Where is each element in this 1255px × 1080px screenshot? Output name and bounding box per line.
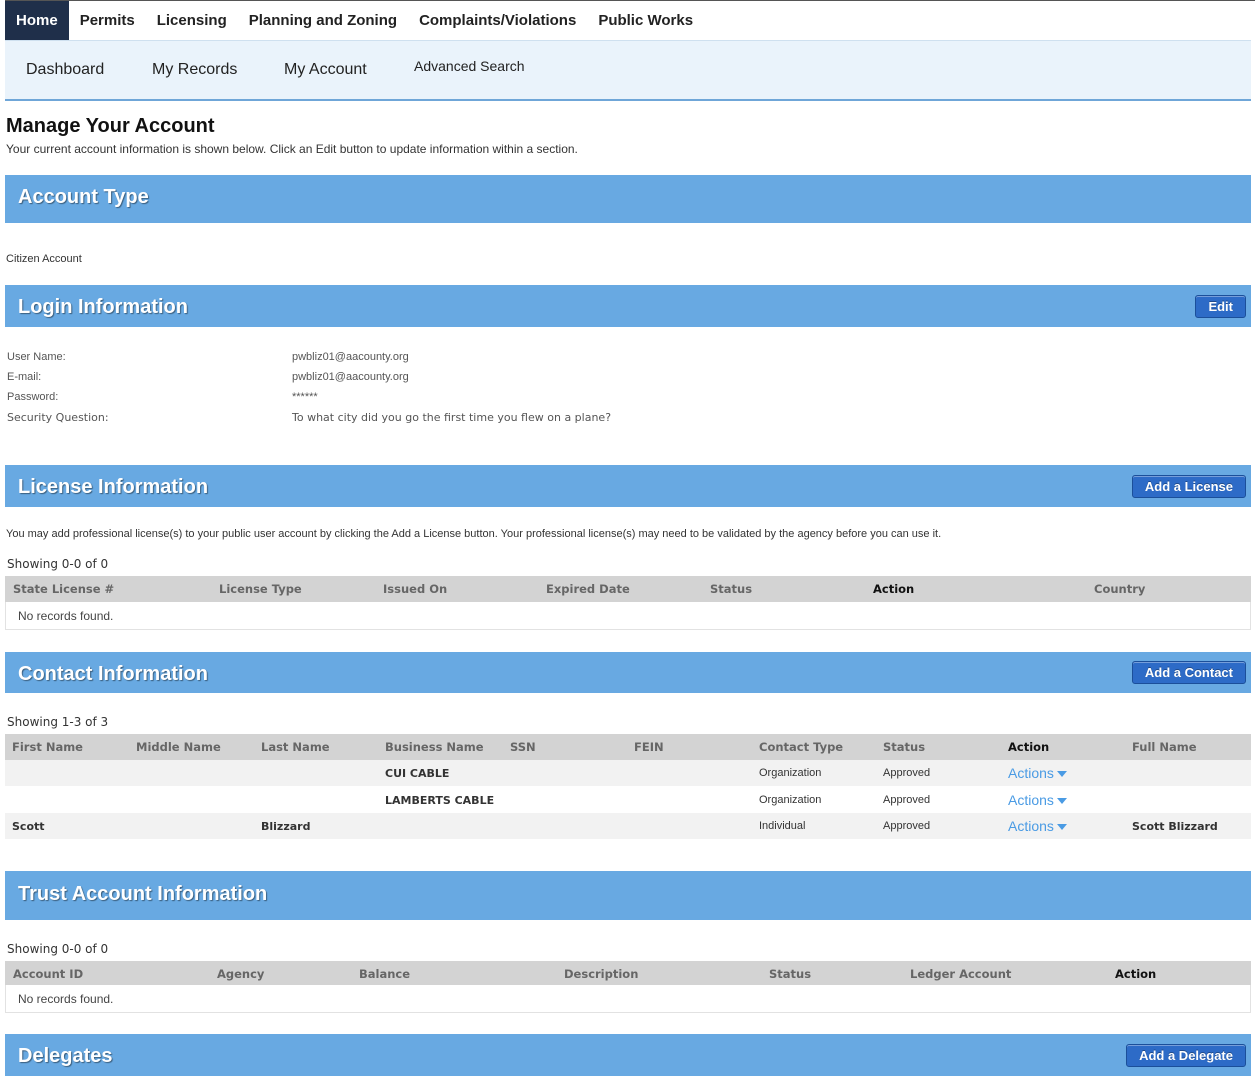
col-state-license[interactable]: State License # [13, 582, 114, 596]
email-value: pwbliz01@aacounty.org [292, 371, 409, 383]
actions-label: Actions [1008, 818, 1054, 834]
last-name-cell: Blizzard [261, 820, 311, 833]
license-showing-count: Showing 0-0 of 0 [7, 557, 109, 571]
license-note: You may add professional license(s) to y… [6, 528, 942, 540]
actions-dropdown[interactable]: Actions [1008, 818, 1067, 834]
tab-planning-and-zoning[interactable]: Planning and Zoning [238, 1, 408, 40]
first-name-cell: Scott [12, 820, 45, 833]
section-title: Account Type [18, 186, 149, 208]
subnav-advanced-search[interactable]: Advanced Search [414, 58, 525, 74]
contact-table-header: First Name Middle Name Last Name Busines… [5, 734, 1251, 760]
password-value: ****** [292, 391, 318, 403]
col-balance[interactable]: Balance [359, 967, 410, 981]
table-row: Scott Blizzard Individual Approved Actio… [5, 813, 1251, 839]
section-title: Trust Account Information [18, 883, 268, 905]
trust-empty-row: No records found. [5, 985, 1251, 1013]
col-status[interactable]: Status [710, 582, 752, 596]
tab-licensing[interactable]: Licensing [146, 1, 238, 40]
add-delegate-button[interactable]: Add a Delegate [1126, 1044, 1246, 1067]
username-value: pwbliz01@aacounty.org [292, 351, 409, 363]
contact-type-cell: Individual [759, 820, 806, 832]
col-ledger-account[interactable]: Ledger Account [910, 967, 1011, 981]
actions-label: Actions [1008, 792, 1054, 808]
business-name-cell: LAMBERTS CABLE [385, 794, 495, 807]
actions-dropdown[interactable]: Actions [1008, 765, 1067, 781]
col-agency[interactable]: Agency [217, 967, 264, 981]
caret-down-icon [1056, 824, 1067, 831]
add-contact-button[interactable]: Add a Contact [1131, 661, 1246, 684]
col-action: Action [1115, 967, 1157, 981]
col-contact-type[interactable]: Contact Type [759, 740, 843, 754]
status-cell: Approved [883, 820, 931, 832]
caret-down-icon [1056, 771, 1067, 778]
col-license-type[interactable]: License Type [219, 582, 302, 596]
status-cell: Approved [883, 767, 931, 779]
col-country[interactable]: Country [1094, 582, 1145, 596]
contact-showing-count: Showing 1-3 of 3 [7, 715, 109, 729]
add-license-button[interactable]: Add a License [1131, 475, 1246, 498]
contact-type-cell: Organization [759, 794, 822, 806]
tab-home[interactable]: Home [5, 1, 69, 46]
top-nav: Home Permits Licensing Planning and Zoni… [5, 0, 1255, 46]
tab-permits[interactable]: Permits [69, 1, 146, 40]
col-middle-name[interactable]: Middle Name [136, 740, 221, 754]
col-issued-on[interactable]: Issued On [383, 582, 447, 596]
col-description[interactable]: Description [564, 967, 638, 981]
col-action: Action [873, 582, 915, 596]
license-table-header: State License # License Type Issued On E… [5, 576, 1251, 602]
no-records-text: No records found. [18, 992, 114, 1006]
table-row: CUI CABLE Organization Approved Actions [5, 760, 1251, 786]
security-question-label: Security Question: [7, 411, 109, 424]
section-title: Delegates [18, 1045, 113, 1067]
subnav-dashboard[interactable]: Dashboard [26, 61, 104, 79]
contact-info-header: Contact Information Add a Contact [5, 652, 1251, 693]
col-ssn[interactable]: SSN [510, 740, 536, 754]
col-business-name[interactable]: Business Name [385, 740, 484, 754]
actions-dropdown[interactable]: Actions [1008, 792, 1067, 808]
col-action: Action [1008, 740, 1050, 754]
section-title: Contact Information [18, 663, 208, 685]
status-cell: Approved [883, 794, 931, 806]
col-expired-date[interactable]: Expired Date [546, 582, 630, 596]
page-title: Manage Your Account [6, 115, 215, 137]
delegates-header: Delegates Add a Delegate [5, 1034, 1251, 1076]
col-status[interactable]: Status [769, 967, 811, 981]
caret-down-icon [1056, 798, 1067, 805]
security-question-value: To what city did you go the first time y… [292, 411, 612, 424]
edit-button[interactable]: Edit [1195, 295, 1246, 318]
license-empty-row: No records found. [5, 602, 1251, 630]
subnav-my-account[interactable]: My Account [284, 61, 367, 79]
tab-complaints-violations[interactable]: Complaints/Violations [408, 1, 587, 40]
password-label: Password: [7, 391, 59, 403]
full-name-cell: Scott Blizzard [1132, 820, 1218, 833]
business-name-cell: CUI CABLE [385, 767, 450, 780]
section-title: License Information [18, 476, 209, 498]
trust-table-header: Account ID Agency Balance Description St… [5, 961, 1251, 987]
tab-public-works[interactable]: Public Works [587, 1, 704, 40]
account-type-value: Citizen Account [6, 253, 82, 265]
trust-showing-count: Showing 0-0 of 0 [7, 942, 109, 956]
section-title: Login Information [18, 296, 188, 318]
account-type-header: Account Type [5, 175, 1251, 223]
col-first-name[interactable]: First Name [12, 740, 83, 754]
no-records-text: No records found. [18, 609, 114, 623]
col-full-name[interactable]: Full Name [1132, 740, 1197, 754]
col-account-id[interactable]: Account ID [13, 967, 83, 981]
contact-type-cell: Organization [759, 767, 822, 779]
col-fein[interactable]: FEIN [634, 740, 664, 754]
col-last-name[interactable]: Last Name [261, 740, 330, 754]
subnav-my-records[interactable]: My Records [152, 61, 237, 79]
actions-label: Actions [1008, 765, 1054, 781]
username-label: User Name: [7, 351, 66, 363]
login-info-header: Login Information Edit [5, 285, 1251, 327]
sub-nav: Dashboard My Records My Account Advanced… [5, 40, 1251, 101]
trust-account-header: Trust Account Information [5, 871, 1251, 920]
table-row: LAMBERTS CABLE Organization Approved Act… [5, 787, 1251, 813]
col-status[interactable]: Status [883, 740, 925, 754]
license-info-header: License Information Add a License [5, 465, 1251, 507]
email-label: E-mail: [7, 371, 42, 383]
page-intro: Your current account information is show… [6, 142, 578, 156]
